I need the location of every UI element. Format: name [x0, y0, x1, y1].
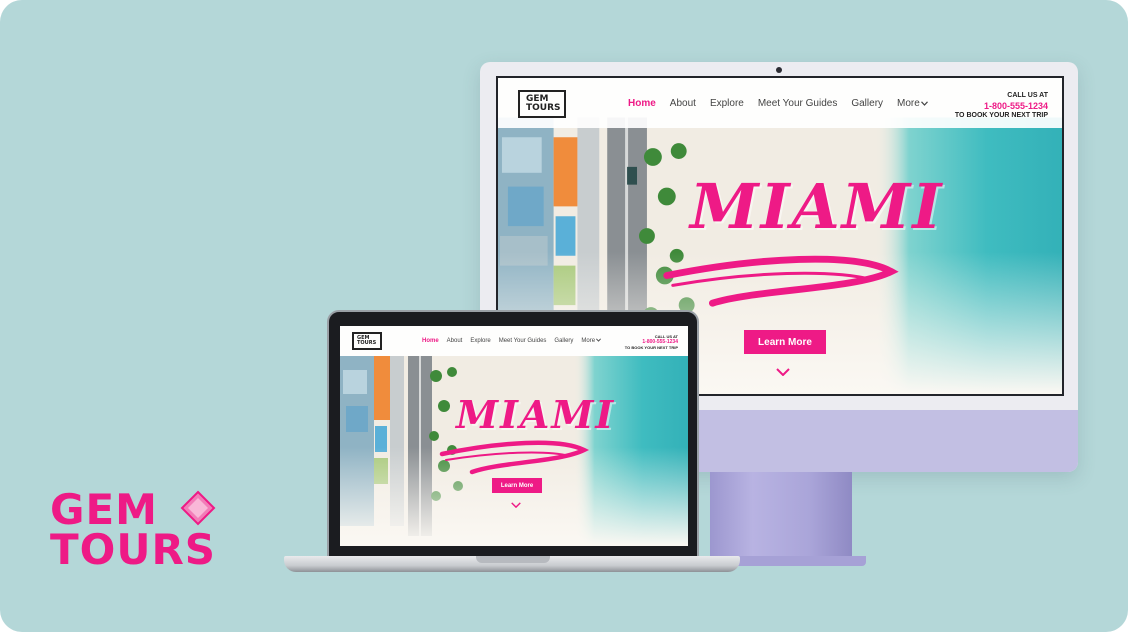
site-logo-line2: TOURS	[526, 103, 561, 113]
brand-line2: TOURS	[50, 525, 217, 574]
brand-logo: GEM TOURS	[50, 489, 217, 574]
nav-about[interactable]: About	[670, 98, 696, 109]
nav-gallery[interactable]: Gallery	[554, 338, 573, 344]
nav-more-label: More	[581, 338, 596, 344]
nav-guides[interactable]: Meet Your Guides	[758, 98, 838, 109]
nav-more-label: More	[897, 98, 920, 109]
call-subtext: TO BOOK YOUR NEXT TRIP	[624, 345, 678, 351]
gem-icon	[180, 490, 216, 526]
laptop-trackpad-notch	[476, 556, 550, 563]
call-label: CALL US AT	[1007, 92, 1048, 99]
chevron-down-icon	[596, 338, 602, 342]
call-to-book: CALL US AT 1-800-555-1234 TO BOOK YOUR N…	[955, 92, 1048, 121]
learn-more-button[interactable]: Learn More	[744, 330, 826, 354]
site-logo[interactable]: GEM TOURS	[518, 90, 566, 118]
chevron-down-icon[interactable]	[776, 368, 790, 376]
nav-explore[interactable]: Explore	[470, 338, 490, 344]
site-header: GEM TOURS Home About Explore Meet Your G…	[340, 326, 688, 356]
laptop-display: GEM TOURS Home About Explore Meet Your G…	[327, 310, 699, 558]
nav-home[interactable]: Home	[628, 98, 656, 109]
imac-stand	[710, 472, 852, 560]
chevron-down-icon[interactable]	[511, 502, 521, 508]
phone-number[interactable]: 1-800-555-1234	[955, 101, 1048, 112]
call-to-book: CALL US AT 1-800-555-1234 TO BOOK YOUR N…	[625, 334, 678, 350]
site-header: GEM TOURS Home About Explore Meet Your G…	[498, 78, 1062, 128]
site-nav-menu: Home About Explore Meet Your Guides Gall…	[422, 338, 602, 344]
site-nav-menu: Home About Explore Meet Your Guides Gall…	[628, 98, 928, 109]
nav-about[interactable]: About	[447, 338, 463, 344]
nav-guides[interactable]: Meet Your Guides	[499, 338, 547, 344]
site-logo-line2: TOURS	[357, 340, 377, 346]
hero-title: MIAMI	[456, 392, 616, 437]
camera-icon	[776, 67, 782, 73]
website-preview: GEM TOURS Home About Explore Meet Your G…	[340, 326, 688, 546]
call-subtext: TO BOOK YOUR NEXT TRIP	[954, 112, 1048, 119]
nav-home[interactable]: Home	[422, 338, 439, 344]
nav-gallery[interactable]: Gallery	[851, 98, 883, 109]
nav-more[interactable]: More	[581, 338, 602, 344]
laptop-screen: GEM TOURS Home About Explore Meet Your G…	[340, 326, 688, 546]
learn-more-button[interactable]: Learn More	[492, 478, 542, 493]
presentation-canvas: GEM TOURS Home About Explore Meet Your G…	[0, 0, 1128, 632]
nav-explore[interactable]: Explore	[710, 98, 744, 109]
chevron-down-icon	[920, 101, 928, 106]
nav-more[interactable]: More	[897, 98, 928, 109]
site-logo[interactable]: GEM TOURS	[352, 332, 382, 350]
hero-title: MIAMI	[690, 170, 944, 243]
